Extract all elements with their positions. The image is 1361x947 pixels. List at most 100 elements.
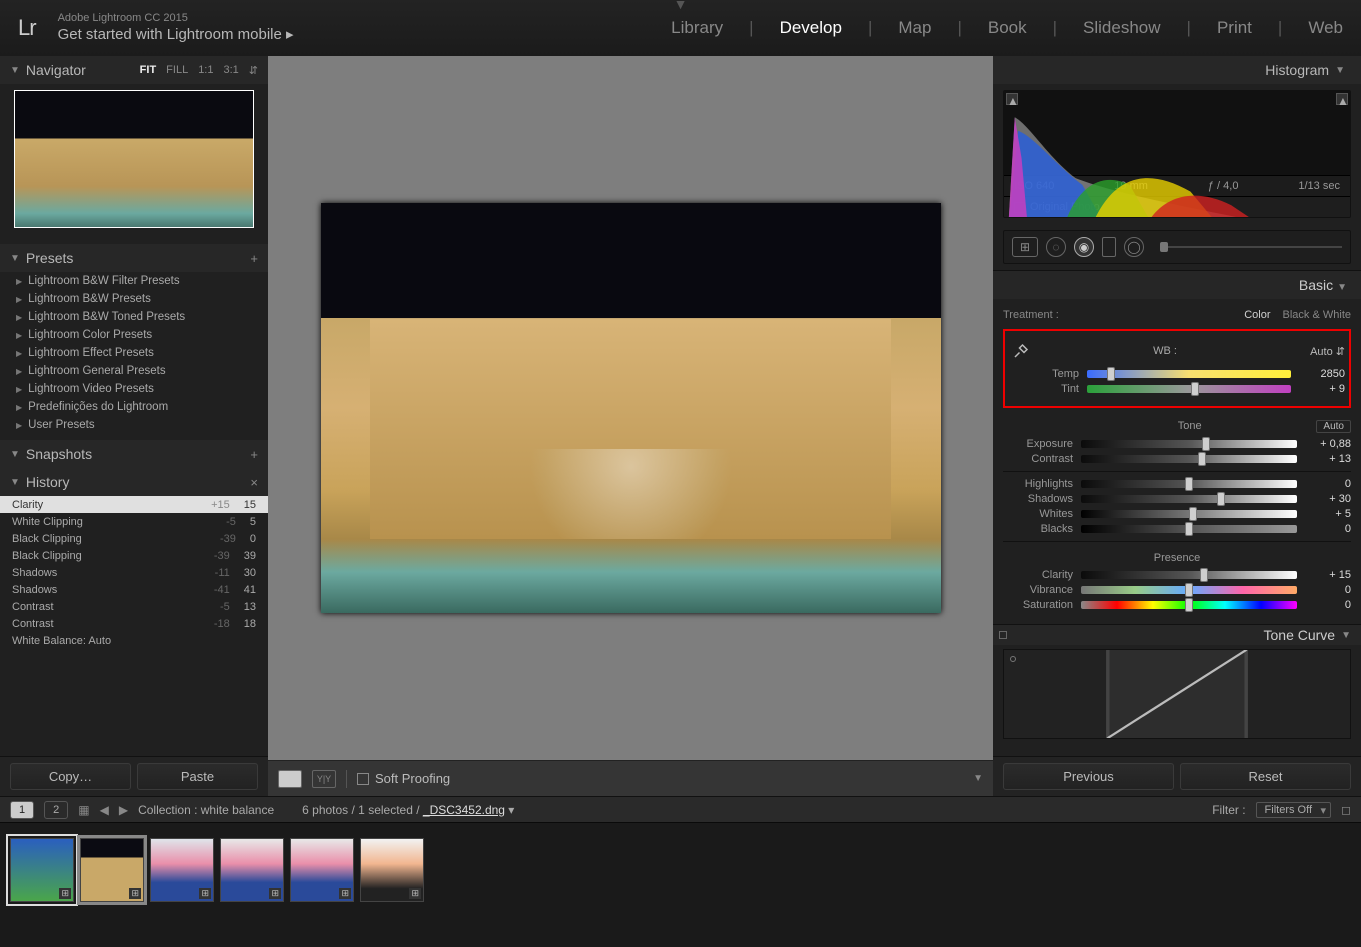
contrast-value[interactable]: + 13 (1305, 453, 1351, 465)
crop-tool-icon[interactable]: ⊞ (1012, 237, 1038, 257)
zoom-FIT[interactable]: FIT (140, 64, 157, 77)
basic-header[interactable]: Basic▼ (993, 270, 1361, 299)
monitor-2-button[interactable]: 2 (44, 801, 68, 819)
exposure-slider[interactable] (1081, 440, 1297, 448)
history-row[interactable]: White Clipping-55 (0, 513, 268, 530)
tonecurve-canvas[interactable] (1004, 650, 1350, 738)
collection-label[interactable]: Collection : white balance (138, 803, 274, 817)
menu-chevron-icon[interactable]: ▼ (674, 0, 688, 12)
module-develop[interactable]: Develop (780, 18, 842, 38)
vibrance-slider[interactable] (1081, 586, 1297, 594)
highlights-value[interactable]: 0 (1305, 478, 1351, 490)
image-viewport[interactable] (268, 56, 993, 760)
eyedropper-icon[interactable] (1009, 339, 1033, 363)
tint-value[interactable]: + 9 (1299, 383, 1345, 395)
filter-lock-icon[interactable]: ◻ (1341, 803, 1351, 817)
toolbar-dropdown-icon[interactable]: ▼ (973, 773, 983, 784)
temp-value[interactable]: 2850 (1299, 368, 1345, 380)
paste-button[interactable]: Paste (137, 763, 258, 790)
module-print[interactable]: Print (1217, 18, 1252, 38)
grid-view-icon[interactable]: ▦ (78, 803, 89, 817)
preset-folder[interactable]: ▶Lightroom Color Presets (6, 326, 262, 344)
module-slideshow[interactable]: Slideshow (1083, 18, 1161, 38)
contrast-slider[interactable] (1081, 455, 1297, 463)
temp-slider[interactable] (1087, 370, 1291, 378)
panel-switch-bar[interactable]: Tone Curve ▼ (993, 624, 1361, 645)
history-row[interactable]: Shadows-4141 (0, 581, 268, 598)
compare-view-icon[interactable]: Y|Y (312, 770, 336, 788)
loupe-view-icon[interactable] (278, 770, 302, 788)
copy-button[interactable]: Copy… (10, 763, 131, 790)
filmstrip[interactable]: ⊞⊞⊞⊞⊞⊞ (0, 822, 1361, 916)
module-web[interactable]: Web (1308, 18, 1343, 38)
main-photo[interactable] (321, 203, 941, 613)
history-row[interactable]: White Balance: Auto (0, 632, 268, 649)
filmstrip-thumb[interactable]: ⊞ (10, 838, 74, 902)
shadows-slider[interactable] (1081, 495, 1297, 503)
preset-folder[interactable]: ▶User Presets (6, 416, 262, 434)
clarity-slider[interactable] (1081, 571, 1297, 579)
clear-history-icon[interactable]: × (250, 475, 258, 490)
filename[interactable]: _DSC3452.dng (423, 803, 505, 817)
preset-folder[interactable]: ▶Lightroom General Presets (6, 362, 262, 380)
tint-slider[interactable] (1087, 385, 1291, 393)
panel-switch-icon[interactable] (999, 631, 1007, 639)
filmstrip-thumb[interactable]: ⊞ (290, 838, 354, 902)
history-row[interactable]: Shadows-1130 (0, 564, 268, 581)
zoom-more-icon[interactable]: ⇵ (249, 64, 258, 77)
history-row[interactable]: Contrast-513 (0, 598, 268, 615)
saturation-slider[interactable] (1081, 601, 1297, 609)
preset-folder[interactable]: ▶Lightroom Video Presets (6, 380, 262, 398)
filter-dropdown[interactable]: Filters Off (1256, 802, 1331, 818)
grad-filter-icon[interactable] (1102, 237, 1116, 257)
reset-button[interactable]: Reset (1180, 763, 1351, 790)
blacks-value[interactable]: 0 (1305, 523, 1351, 535)
histogram-canvas[interactable]: ▲ ▲ (1004, 91, 1350, 175)
soft-proofing-toggle[interactable]: Soft Proofing (357, 771, 450, 786)
clarity-value[interactable]: + 15 (1305, 569, 1351, 581)
filmstrip-thumb[interactable]: ⊞ (360, 838, 424, 902)
wb-preset-dropdown[interactable]: Auto ⇵ (1297, 345, 1345, 358)
add-preset-icon[interactable]: + (250, 251, 258, 266)
treatment-black-white[interactable]: Black & White (1283, 309, 1351, 321)
navigator-header[interactable]: ▼ Navigator FITFILL1:13:1⇵ (0, 56, 268, 84)
blacks-slider[interactable] (1081, 525, 1297, 533)
whites-value[interactable]: + 5 (1305, 508, 1351, 520)
redeye-tool-icon[interactable]: ◉ (1074, 237, 1094, 257)
zoom-3-1[interactable]: 3:1 (223, 64, 238, 77)
filmstrip-thumb[interactable]: ⊞ (150, 838, 214, 902)
presets-header[interactable]: ▼ Presets + (0, 244, 268, 272)
history-row[interactable]: Black Clipping-3939 (0, 547, 268, 564)
module-map[interactable]: Map (898, 18, 931, 38)
next-photo-icon[interactable]: ▶ (119, 803, 128, 817)
preset-folder[interactable]: ▶Lightroom B&W Toned Presets (6, 308, 262, 326)
brush-size-slider[interactable] (1160, 246, 1342, 248)
navigator-preview[interactable] (14, 90, 254, 228)
monitor-1-button[interactable]: 1 (10, 801, 34, 819)
promo-link[interactable]: Get started with Lightroom mobile ▸ (58, 26, 294, 44)
saturation-value[interactable]: 0 (1305, 599, 1351, 611)
tone-auto-button[interactable]: Auto (1316, 420, 1351, 433)
add-snapshot-icon[interactable]: + (250, 447, 258, 462)
zoom-FILL[interactable]: FILL (166, 64, 188, 77)
radial-filter-icon[interactable]: ◯ (1124, 237, 1144, 257)
module-library[interactable]: Library (671, 18, 723, 38)
history-row[interactable]: Black Clipping-390 (0, 530, 268, 547)
snapshots-header[interactable]: ▼ Snapshots + (0, 440, 268, 468)
zoom-1-1[interactable]: 1:1 (198, 64, 213, 77)
preset-folder[interactable]: ▶Predefinições do Lightroom (6, 398, 262, 416)
highlights-slider[interactable] (1081, 480, 1297, 488)
preset-folder[interactable]: ▶Lightroom B&W Presets (6, 290, 262, 308)
history-row[interactable]: Contrast-1818 (0, 615, 268, 632)
previous-button[interactable]: Previous (1003, 763, 1174, 790)
preset-folder[interactable]: ▶Lightroom Effect Presets (6, 344, 262, 362)
histogram-header[interactable]: Histogram ▼ (993, 56, 1361, 84)
spot-tool-icon[interactable]: ◌ (1046, 237, 1066, 257)
history-header[interactable]: ▼ History × (0, 468, 268, 496)
history-row[interactable]: Clarity+1515 (0, 496, 268, 513)
vibrance-value[interactable]: 0 (1305, 584, 1351, 596)
whites-slider[interactable] (1081, 510, 1297, 518)
checkbox-icon[interactable] (357, 773, 369, 785)
exposure-value[interactable]: + 0,88 (1305, 438, 1351, 450)
module-book[interactable]: Book (988, 18, 1027, 38)
